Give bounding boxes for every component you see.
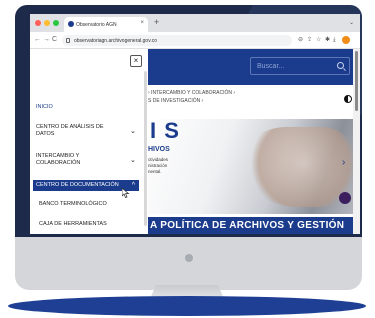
url-text: observatoriagn.archivogeneral.gov.co (74, 38, 158, 44)
browser-address-bar: ← → C observatoriagn.archivogeneral.gov.… (30, 32, 360, 49)
menu-item-label: CENTRO DE DOCUMENTACIÓN (36, 182, 119, 188)
url-field[interactable]: observatoriagn.archivogeneral.gov.co (62, 35, 292, 46)
profile-avatar-icon[interactable] (342, 36, 350, 44)
breadcrumb: › INTERCAMBIO Y COLABORACIÓN › S DE INVE… (148, 89, 298, 105)
reload-icon[interactable]: C (52, 36, 57, 44)
monitor-chin (15, 237, 362, 290)
bookmark-star-icon[interactable]: ☆ (316, 36, 321, 44)
hero-title: I S (150, 118, 180, 143)
browser-tab[interactable]: Observatorio AGN × (64, 17, 148, 32)
menu-item-intercambio[interactable]: INTERCAMBIO Y COLABORACIÓN (36, 153, 96, 167)
tab-list-chevron-icon[interactable]: ⌄ (349, 19, 354, 26)
zoom-icon[interactable]: ⊖ (298, 36, 303, 44)
menu-item-inicio[interactable]: INICIO (36, 104, 126, 111)
menu-scrollbar[interactable] (144, 71, 147, 226)
hero-subtitle: HIVOS (148, 146, 170, 153)
forward-arrow-icon[interactable]: → (43, 36, 50, 44)
carousel-next-icon[interactable]: › (342, 157, 345, 168)
tab-close-icon[interactable]: × (140, 20, 144, 26)
extensions-icon[interactable]: ✱ (325, 36, 330, 44)
close-window-dot[interactable] (35, 20, 41, 26)
hero-text: ctividades nistración nental. (148, 157, 169, 174)
chat-widget-icon[interactable] (339, 192, 351, 204)
search-placeholder: Buscar... (257, 63, 285, 70)
chevron-up-icon[interactable]: ^ (132, 182, 135, 189)
back-arrow-icon[interactable]: ← (34, 36, 41, 44)
menu-item-label: CENTRO DE ANÁLISIS DE DATOS (36, 124, 104, 137)
favicon-icon (68, 21, 74, 27)
contrast-toggle-icon[interactable] (344, 95, 352, 103)
side-menu: × INICIO CENTRO DE ANÁLISIS DE DATOS ⌄ I… (30, 49, 148, 234)
menu-close-button[interactable]: × (130, 55, 142, 67)
hero-photo-hand (243, 127, 353, 207)
submenu-item-caja-herramientas[interactable]: CAJA DE HERRAMIENTAS (39, 221, 129, 228)
banner-heading: A POLÍTICA DE ARCHIVOS Y GESTIÓN (150, 220, 345, 231)
monitor-stand-base (8, 296, 366, 316)
screen: Observatorio AGN × + ⌄ ← → C observatori… (30, 14, 360, 234)
monitor-illustration: Observatorio AGN × + ⌄ ← → C observatori… (0, 0, 375, 318)
download-icon[interactable]: ⤓ (333, 36, 336, 44)
tab-title: Observatorio AGN (76, 22, 117, 28)
new-tab-icon[interactable]: + (154, 18, 159, 27)
breadcrumb-line[interactable]: S DE INVESTIGACIÓN › (148, 97, 298, 105)
menu-item-centro-analisis[interactable]: CENTRO DE ANÁLISIS DE DATOS (36, 124, 116, 138)
share-icon[interactable]: ⇪ (307, 36, 312, 44)
chevron-down-icon[interactable]: ⌄ (130, 157, 136, 164)
power-indicator (185, 254, 193, 262)
minimize-window-dot[interactable] (44, 20, 50, 26)
menu-item-label: INTERCAMBIO Y COLABORACIÓN (36, 153, 81, 166)
maximize-window-dot[interactable] (53, 20, 59, 26)
browser-tab-bar: Observatorio AGN × + ⌄ (30, 14, 360, 32)
chevron-down-icon[interactable]: ⌄ (130, 128, 136, 135)
lock-icon (66, 38, 70, 43)
submenu-item-banco-terminologico[interactable]: BANCO TERMINOLÓGICO (39, 201, 129, 208)
search-icon[interactable] (337, 62, 344, 69)
breadcrumb-line[interactable]: › INTERCAMBIO Y COLABORACIÓN › (148, 89, 298, 97)
page-scrollbar-thumb[interactable] (355, 51, 358, 111)
site-search-input[interactable]: Buscar... (250, 57, 350, 75)
mouse-cursor-icon (122, 188, 130, 198)
web-page: Buscar... › INTERCAMBIO Y COLABORACIÓN ›… (30, 49, 360, 234)
